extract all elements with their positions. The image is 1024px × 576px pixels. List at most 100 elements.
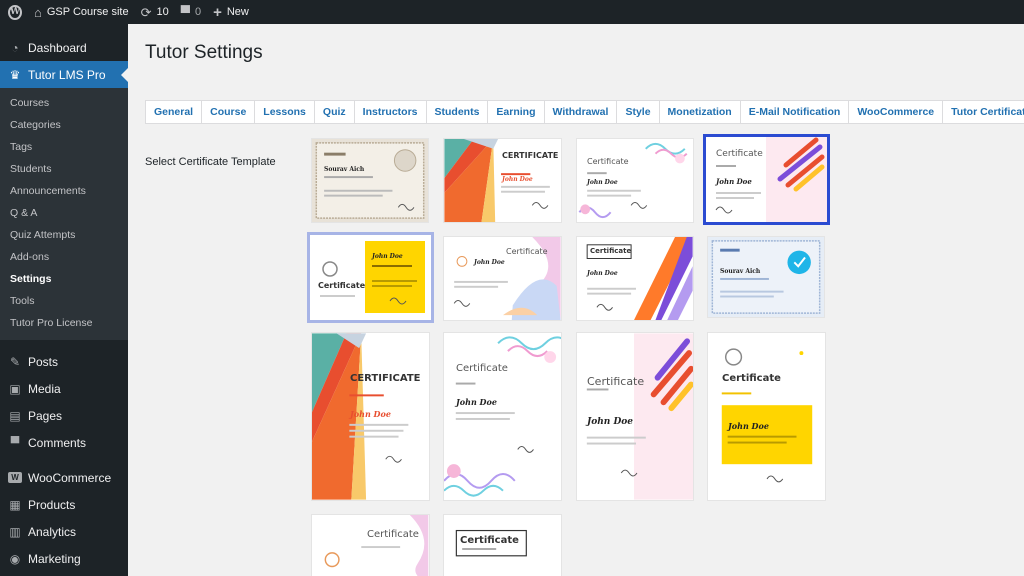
updates-link[interactable]: ⟳ 10 [135, 0, 175, 24]
tab-tutor-certificate[interactable]: Tutor Certificate [943, 101, 1024, 123]
certificate-template-4-selected[interactable]: Certificate John Doe [703, 134, 830, 225]
submenu-quiz-attempts[interactable]: Quiz Attempts [0, 224, 128, 246]
certificate-title: Certificate [587, 157, 629, 166]
certificate-preview [711, 240, 821, 314]
menu-woocommerce[interactable]: W WooCommerce [0, 464, 128, 491]
certificate-title: Certificate [506, 247, 548, 256]
tab-course[interactable]: Course [202, 101, 256, 123]
recipient-name: John Doe [456, 397, 497, 407]
certificate-title: Certificate [716, 149, 763, 159]
dashboard-gauge-icon: ◔ [11, 40, 19, 55]
submenu-courses[interactable]: Courses [0, 92, 128, 114]
menu-label: Products [28, 497, 76, 512]
menu-label: Analytics [28, 524, 77, 539]
certificate-preview [320, 241, 425, 313]
submenu-qa[interactable]: Q & A [0, 202, 128, 224]
home-icon: ⌂ [34, 4, 42, 20]
menu-marketing[interactable]: ◉ Marketing [0, 545, 128, 572]
tab-email-notification[interactable]: E-Mail Notification [741, 101, 850, 123]
recipient-name: Sourav Aich [324, 166, 365, 173]
submenu-tags[interactable]: Tags [0, 136, 128, 158]
pin-icon: ✎ [9, 354, 21, 369]
menu-pages[interactable]: ▤ Pages [0, 402, 128, 429]
submenu-settings[interactable]: Settings [0, 268, 128, 290]
submenu-students[interactable]: Students [0, 158, 128, 180]
certificate-title: Certificate [456, 363, 508, 374]
certificate-preview [324, 515, 429, 576]
certificate-template-9[interactable]: CERTIFICATE John Doe [311, 332, 430, 501]
admin-bar: W ⌂ GSP Course site ⟳ 10 ▀ 0 + New [0, 0, 1024, 24]
tab-style[interactable]: Style [617, 101, 660, 123]
certificate-template-14[interactable]: Certificate [443, 514, 562, 576]
menu-analytics[interactable]: ▥ Analytics [0, 518, 128, 545]
menu-comments[interactable]: ▀ Comments [0, 429, 128, 456]
tab-lessons[interactable]: Lessons [255, 101, 315, 123]
site-name: GSP Course site [46, 6, 129, 18]
certificate-template-10[interactable]: Certificate John Doe [443, 332, 562, 501]
certificate-template-2[interactable]: CERTIFICATE John Doe [443, 138, 562, 223]
admin-sidebar: ◔ Dashboard ♛ Tutor LMS Pro Courses Cate… [0, 24, 128, 576]
submenu-add-ons[interactable]: Add-ons [0, 246, 128, 268]
wordpress-menu[interactable]: W [2, 0, 28, 24]
recipient-name: John Doe [587, 270, 618, 277]
certificate-template-7[interactable]: Certificate John Doe [576, 236, 694, 321]
recipient-name: John Doe [372, 253, 403, 260]
submenu-categories[interactable]: Categories [0, 114, 128, 136]
new-content-link[interactable]: + New [207, 0, 255, 24]
menu-dashboard[interactable]: ◔ Dashboard [0, 34, 128, 61]
menu-label: Tutor LMS Pro [28, 67, 106, 82]
recipient-name: John Doe [350, 409, 391, 419]
pages-icon: ▤ [9, 408, 21, 423]
certificate-template-12[interactable]: Certificate John Doe [707, 332, 826, 501]
submenu-tutor-pro-license[interactable]: Tutor Pro License [0, 312, 128, 334]
comments-count: 0 [194, 6, 202, 18]
comments-link[interactable]: ▀ 0 [175, 0, 207, 24]
tab-general[interactable]: General [146, 101, 203, 123]
menu-label: Pages [28, 408, 63, 423]
certificate-template-6[interactable]: Certificate John Doe [443, 236, 562, 321]
recipient-name: Sourav Aich [720, 268, 761, 275]
submenu-tools[interactable]: Tools [0, 290, 128, 312]
menu-media[interactable]: ▣ Media [0, 375, 128, 402]
certificate-title: CERTIFICATE [350, 373, 421, 384]
tab-withdrawal[interactable]: Withdrawal [545, 101, 618, 123]
tutor-submenu: Courses Categories Tags Students Announc… [0, 88, 128, 340]
megaphone-icon: ◉ [9, 551, 21, 566]
certificate-template-5[interactable]: Certificate John Doe [307, 232, 434, 323]
recipient-name: John Doe [474, 259, 505, 266]
products-icon: ▦ [9, 497, 21, 512]
page-title: Tutor Settings [145, 42, 263, 63]
menu-label: Comments [28, 435, 87, 450]
certificate-title: Certificate [460, 535, 519, 546]
certificate-template-3[interactable]: Certificate John Doe [576, 138, 694, 223]
woocommerce-icon: W [8, 472, 22, 483]
certificate-preview [315, 142, 425, 219]
tab-students[interactable]: Students [427, 101, 489, 123]
tutor-icon: ♛ [9, 67, 21, 82]
certificate-template-1[interactable]: Sourav Aich [311, 138, 429, 223]
select-certificate-template-label: Select Certificate Template [145, 156, 276, 168]
menu-tutor-lms[interactable]: ♛ Tutor LMS Pro [0, 61, 128, 88]
comment-bubble-icon: ▀ [180, 4, 190, 20]
certificate-template-11[interactable]: Certificate John Doe [576, 332, 694, 501]
certificate-preview [444, 336, 561, 497]
tab-instructors[interactable]: Instructors [355, 101, 427, 123]
submenu-announcements[interactable]: Announcements [0, 180, 128, 202]
menu-posts[interactable]: ✎ Posts [0, 348, 128, 375]
tab-monetization[interactable]: Monetization [660, 101, 741, 123]
menu-products[interactable]: ▦ Products [0, 491, 128, 518]
certificate-title: Certificate [722, 373, 781, 384]
tab-quiz[interactable]: Quiz [315, 101, 355, 123]
certificate-title: Certificate [318, 281, 366, 290]
certificate-title: Certificate [367, 529, 419, 540]
recipient-name: John Doe [502, 176, 533, 183]
recipient-name: John Doe [728, 421, 769, 431]
plus-icon: + [213, 3, 222, 21]
tab-earning[interactable]: Earning [488, 101, 545, 123]
wordpress-logo-icon: W [7, 4, 23, 20]
certificate-title: Certificate [590, 247, 632, 255]
tab-woocommerce[interactable]: WooCommerce [849, 101, 944, 123]
certificate-template-13[interactable]: Certificate [311, 514, 430, 576]
site-name-link[interactable]: ⌂ GSP Course site [28, 0, 135, 24]
certificate-template-8[interactable]: Sourav Aich [707, 236, 825, 318]
